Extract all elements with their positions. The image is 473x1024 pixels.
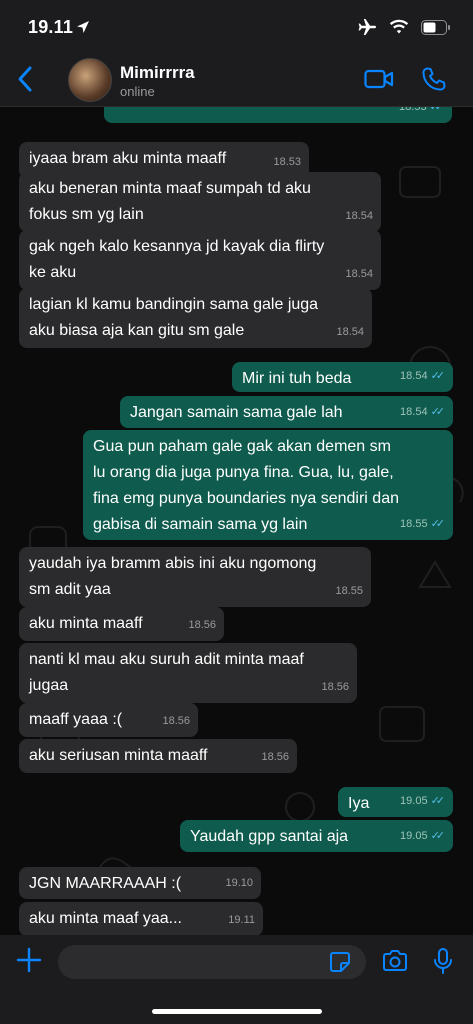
double-check-icon: ✓✓: [430, 370, 446, 382]
message-text: nanti kl mau aku suruh adit minta maaf j…: [29, 651, 304, 694]
message-text: aku minta maaf yaa...: [29, 910, 182, 927]
message-time: 18.54: [400, 370, 428, 382]
message-time: 18.56: [321, 681, 349, 693]
message-time: 18.56: [261, 751, 289, 763]
message-text: Yaudah gpp santai aja: [190, 828, 349, 845]
message-meta: 19.05 ✓✓: [400, 823, 445, 849]
message-meta: 18.54 ✓✓: [400, 399, 445, 425]
message-meta: 18.54: [345, 203, 373, 229]
message-time: 18.56: [162, 715, 190, 727]
chevron-left-icon[interactable]: [12, 64, 38, 94]
message-time: 18.55: [400, 518, 428, 530]
double-check-icon: ✓✓: [429, 107, 445, 113]
contact-status: online: [120, 84, 155, 99]
phone-icon[interactable]: [421, 66, 447, 92]
message-text: yaudah iya bramm abis ini aku ngomong sm…: [29, 555, 317, 598]
chat-header: Mimirrrra online: [0, 56, 473, 107]
double-check-icon: ✓✓: [430, 518, 446, 530]
incoming-message[interactable]: lagian kl kamu bandingin sama gale juga …: [19, 288, 372, 348]
contact-avatar[interactable]: [68, 58, 112, 102]
outgoing-message[interactable]: Jangan samain sama gale lah 18.54 ✓✓: [120, 396, 453, 428]
incoming-message[interactable]: aku minta maaff 18.56: [19, 607, 224, 641]
incoming-message[interactable]: aku beneran minta maaf sumpah td aku fok…: [19, 172, 381, 232]
outgoing-message[interactable]: Yaudah gpp santai aja 19.05 ✓✓: [180, 820, 453, 852]
message-text: Mir ini tuh beda: [242, 370, 352, 387]
video-call-icon[interactable]: [364, 66, 394, 92]
double-check-icon: ✓✓: [430, 830, 446, 842]
message-meta: 18.55: [335, 578, 363, 604]
wifi-icon: [389, 19, 409, 34]
message-meta: 18.54 ✓✓: [400, 363, 445, 389]
chat-area[interactable]: 18.53 ✓✓ iyaaa bram aku minta maaff 18.53 ak…: [0, 107, 473, 935]
status-time: 19.11: [28, 17, 74, 37]
incoming-message[interactable]: nanti kl mau aku suruh adit minta maaf j…: [19, 643, 357, 703]
incoming-message[interactable]: yaudah iya bramm abis ini aku ngomong sm…: [19, 547, 371, 607]
message-meta: 18.56: [261, 744, 289, 770]
message-text: Jangan samain sama gale lah: [130, 404, 343, 421]
incoming-message[interactable]: JGN MAARRAAAH :( 19.10: [19, 867, 261, 899]
outgoing-message[interactable]: 18.53 ✓✓: [104, 107, 452, 123]
microphone-icon[interactable]: [432, 947, 454, 975]
message-text: gak ngeh kalo kesannya jd kayak dia flir…: [29, 238, 325, 281]
double-check-icon: ✓✓: [430, 795, 446, 807]
message-time: 19.11: [228, 914, 255, 926]
message-text: lagian kl kamu bandingin sama gale juga …: [29, 296, 319, 339]
message-text: JGN MAARRAAAH :(: [29, 875, 182, 892]
message-time: 19.05: [400, 830, 428, 842]
contact-name[interactable]: Mimirrrra: [120, 63, 195, 83]
incoming-message[interactable]: aku seriusan minta maaff 18.56: [19, 739, 297, 773]
message-time: 19.10: [225, 877, 253, 889]
message-meta: 18.54: [345, 261, 373, 287]
plus-icon[interactable]: [16, 947, 42, 973]
message-meta: 19.10: [225, 870, 253, 896]
message-time: 18.54: [400, 406, 428, 418]
message-text: Gua pun paham gale gak akan demen sm lu …: [93, 438, 399, 533]
sticker-icon[interactable]: [329, 951, 351, 973]
status-bar: 19.11: [0, 0, 473, 56]
message-time: 18.54: [345, 210, 373, 222]
incoming-message[interactable]: maaff yaaa :( 18.56: [19, 703, 198, 737]
message-meta: 18.56: [188, 612, 216, 638]
message-meta: 18.55 ✓✓: [400, 511, 445, 537]
incoming-message[interactable]: gak ngeh kalo kesannya jd kayak dia flir…: [19, 230, 381, 290]
location-arrow-icon: [77, 21, 89, 33]
incoming-message[interactable]: aku minta maaf yaa... 19.11: [19, 902, 263, 935]
message-text: aku beneran minta maaf sumpah td aku fok…: [29, 180, 311, 223]
message-meta: 18.53 ✓✓: [399, 107, 444, 120]
message-input[interactable]: [58, 945, 366, 979]
double-check-icon: ✓✓: [430, 406, 446, 418]
airplane-mode-icon: [358, 19, 376, 35]
home-indicator: [152, 1009, 322, 1014]
camera-icon[interactable]: [382, 949, 408, 973]
message-time: 19.05: [400, 795, 428, 807]
outgoing-message[interactable]: Mir ini tuh beda 18.54 ✓✓: [232, 362, 453, 392]
outgoing-message[interactable]: Gua pun paham gale gak akan demen sm lu …: [83, 430, 453, 540]
message-text: iyaaa bram aku minta maaff: [29, 150, 227, 167]
message-meta: 19.05 ✓✓: [400, 788, 445, 814]
message-time: 18.54: [345, 268, 373, 280]
message-meta: 18.56: [162, 708, 190, 734]
message-meta: 18.54: [336, 319, 364, 345]
message-time: 18.54: [336, 326, 364, 338]
message-meta: 19.11: [228, 907, 255, 933]
message-text: maaff yaaa :(: [29, 711, 123, 728]
battery-icon: [421, 19, 450, 35]
message-time: 18.53: [399, 107, 427, 113]
outgoing-message[interactable]: Iya 19.05 ✓✓: [338, 787, 453, 817]
message-text: aku seriusan minta maaff: [29, 747, 208, 764]
message-time: 18.55: [335, 585, 363, 597]
message-text: aku minta maaff: [29, 615, 143, 632]
message-text: Iya: [348, 795, 370, 812]
message-time: 18.56: [188, 619, 216, 631]
message-meta: 18.56: [321, 674, 349, 700]
